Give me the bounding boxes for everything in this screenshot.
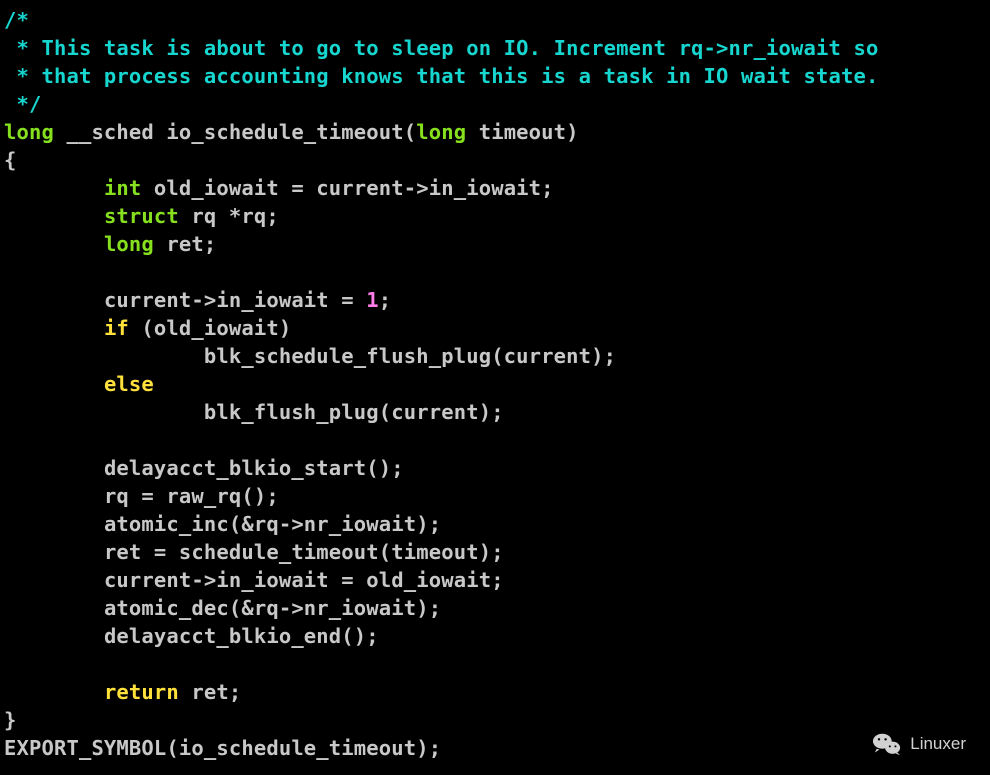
indent bbox=[4, 568, 104, 592]
decl-rq: rq *rq; bbox=[179, 204, 279, 228]
brace-close: } bbox=[4, 708, 17, 732]
indent bbox=[4, 484, 104, 508]
kw-long: long bbox=[416, 120, 466, 144]
indent bbox=[4, 344, 204, 368]
indent bbox=[4, 624, 104, 648]
kw-if: if bbox=[104, 316, 129, 340]
kw-return: return bbox=[104, 680, 179, 704]
watermark: Linuxer bbox=[872, 729, 966, 759]
delay-start: delayacct_blkio_start(); bbox=[104, 456, 404, 480]
decl-old-iowait: old_iowait = current->in_iowait; bbox=[141, 176, 553, 200]
indent bbox=[4, 400, 204, 424]
indent bbox=[4, 680, 104, 704]
delay-end: delayacct_blkio_end(); bbox=[104, 624, 379, 648]
fn-sig-post: timeout) bbox=[466, 120, 578, 144]
comment-line: /* bbox=[4, 8, 29, 32]
indent bbox=[4, 456, 104, 480]
if-cond: (old_iowait) bbox=[129, 316, 291, 340]
atomic-inc: atomic_inc(&rq->nr_iowait); bbox=[104, 512, 441, 536]
atomic-dec: atomic_dec(&rq->nr_iowait); bbox=[104, 596, 441, 620]
brace-open: { bbox=[4, 148, 17, 172]
sched-timeout: ret = schedule_timeout(timeout); bbox=[104, 540, 504, 564]
indent bbox=[4, 316, 104, 340]
indent bbox=[4, 372, 104, 396]
export-symbol: EXPORT_SYMBOL(io_schedule_timeout); bbox=[4, 736, 441, 760]
comment-line: */ bbox=[4, 92, 41, 116]
kw-else: else bbox=[104, 372, 154, 396]
code-block: /* * This task is about to go to sleep o… bbox=[0, 0, 990, 762]
watermark-text: Linuxer bbox=[910, 730, 966, 758]
fn-sig-pre: __sched io_schedule_timeout( bbox=[54, 120, 416, 144]
semicolon: ; bbox=[379, 288, 392, 312]
kw-long: long bbox=[104, 232, 154, 256]
return-ret: ret; bbox=[179, 680, 241, 704]
indent bbox=[4, 232, 104, 256]
blk-flush: blk_flush_plug(current); bbox=[204, 400, 504, 424]
kw-struct: struct bbox=[104, 204, 179, 228]
kw-int: int bbox=[104, 176, 141, 200]
comment-line: * that process accounting knows that thi… bbox=[4, 64, 878, 88]
decl-ret: ret; bbox=[154, 232, 216, 256]
num-one: 1 bbox=[366, 288, 379, 312]
indent bbox=[4, 512, 104, 536]
indent bbox=[4, 540, 104, 564]
indent bbox=[4, 204, 104, 228]
comment-line: * This task is about to go to sleep on I… bbox=[4, 36, 878, 60]
indent bbox=[4, 288, 104, 312]
wechat-icon bbox=[872, 729, 902, 759]
indent bbox=[4, 596, 104, 620]
set-in-iowait-pre: current->in_iowait = bbox=[104, 288, 366, 312]
restore-iowait: current->in_iowait = old_iowait; bbox=[104, 568, 504, 592]
blk-sched-flush: blk_schedule_flush_plug(current); bbox=[204, 344, 616, 368]
kw-long: long bbox=[4, 120, 54, 144]
rq-raw: rq = raw_rq(); bbox=[104, 484, 279, 508]
indent bbox=[4, 176, 104, 200]
